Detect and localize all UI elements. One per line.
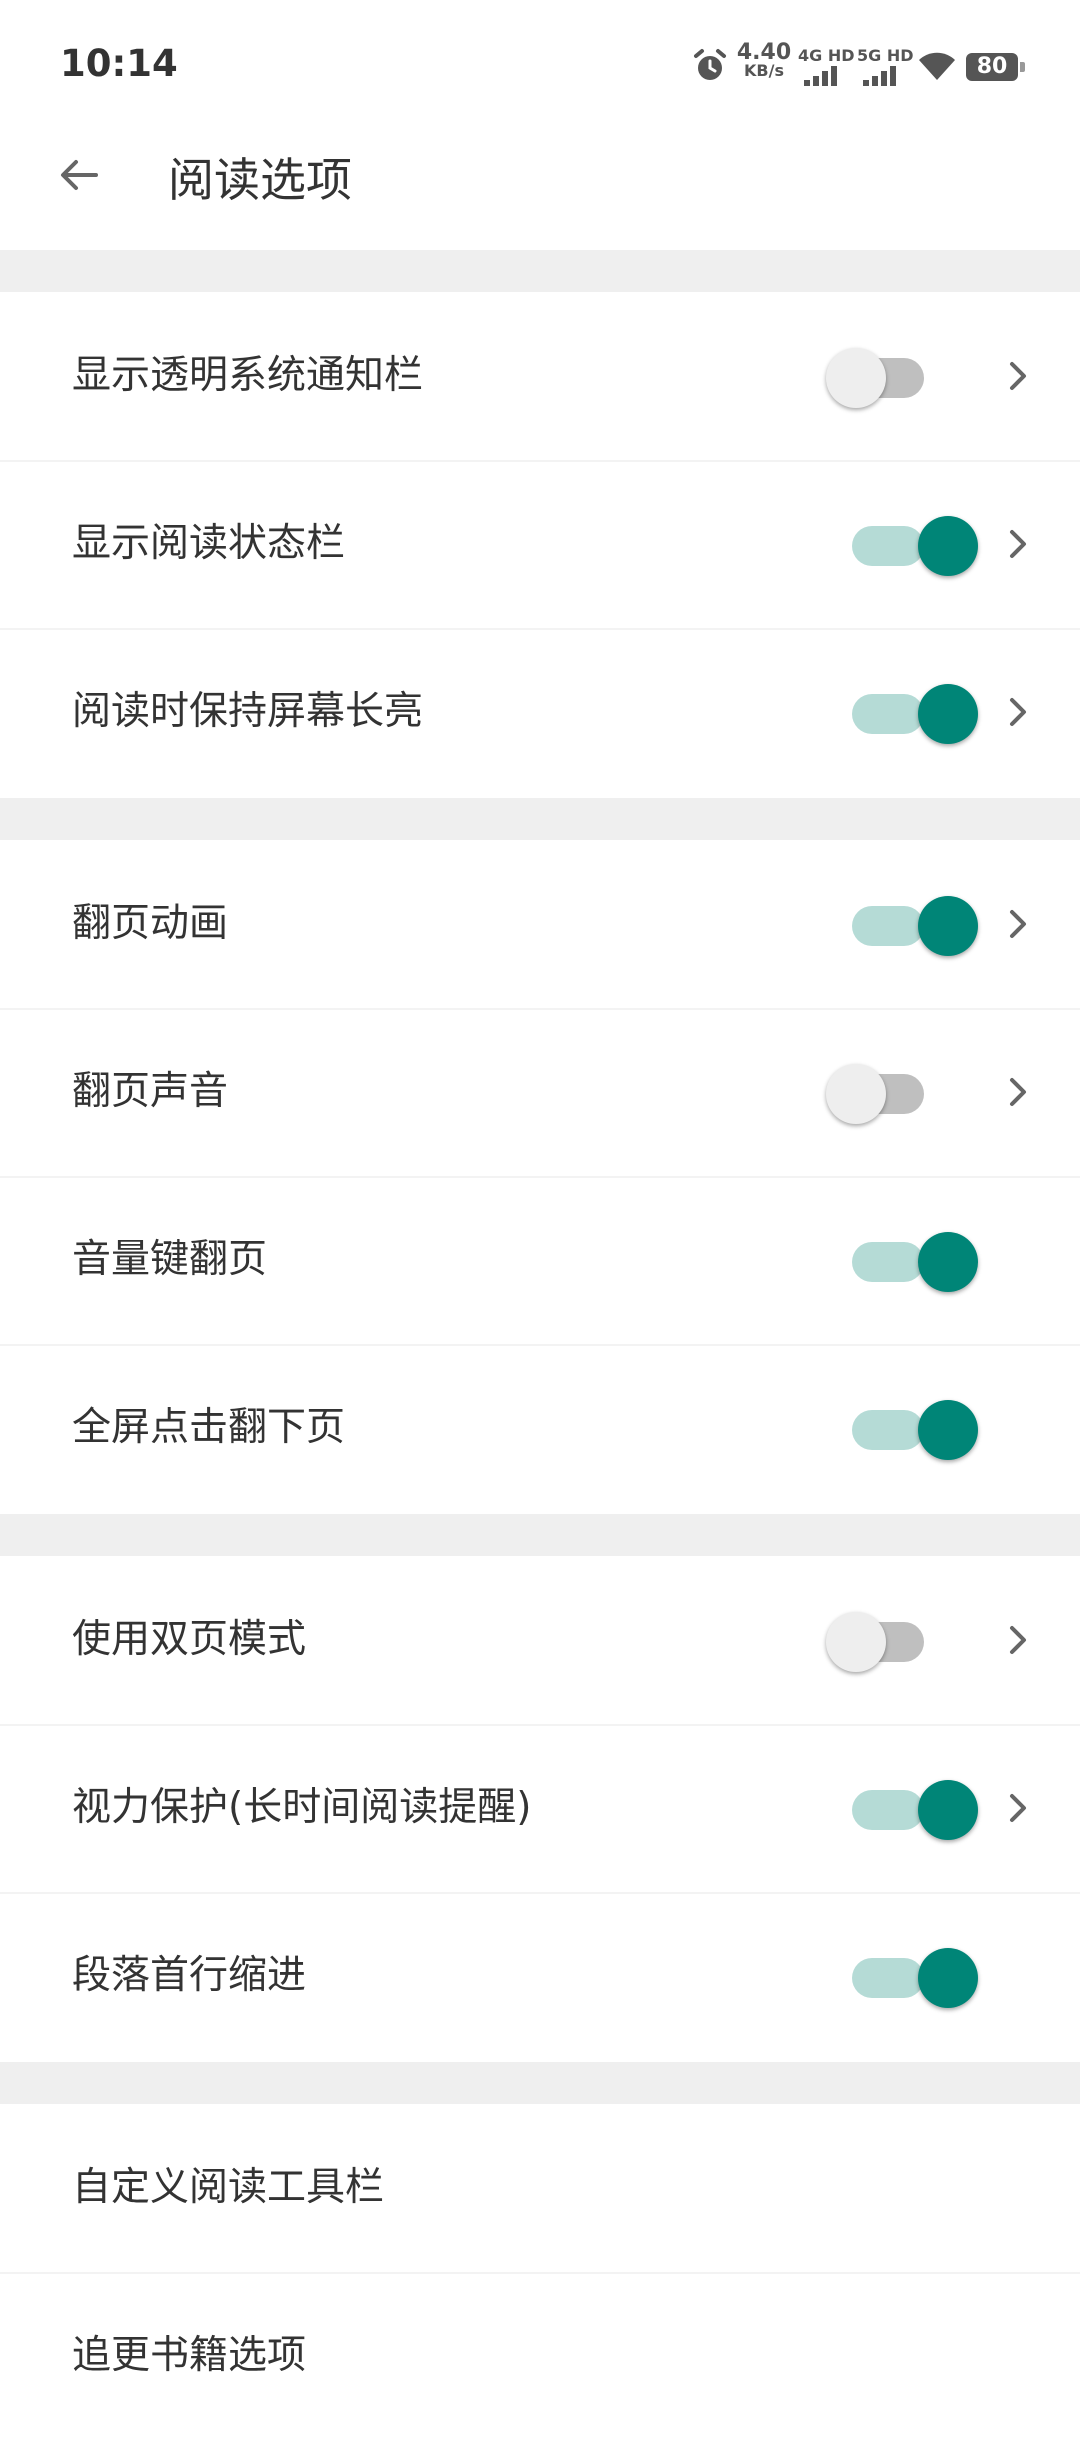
- toggle-switch[interactable]: [826, 1062, 936, 1124]
- signal-icon: 4G HD: [798, 46, 855, 86]
- setting-label: 显示透明系统通知栏: [72, 353, 424, 398]
- battery-icon: 80: [966, 53, 1025, 81]
- page-title: 阅读选项: [168, 153, 352, 207]
- sim1-label: 4G HD: [798, 46, 855, 65]
- setting-label: 音量键翻页: [72, 1237, 268, 1282]
- setting-row-eye-protection[interactable]: 视力保护(长时间阅读提醒): [0, 1724, 1080, 1892]
- alarm-icon: [694, 49, 726, 80]
- setting-row-page-turn-sound[interactable]: 翻页声音: [0, 1008, 1080, 1176]
- chevron-right-icon[interactable]: [1004, 528, 1032, 560]
- setting-row-custom-toolbar[interactable]: 自定义阅读工具栏: [0, 2104, 1080, 2272]
- net-speed-unit: KB/s: [744, 61, 784, 80]
- wifi-icon: [919, 52, 955, 80]
- chevron-right-icon[interactable]: [1004, 1792, 1032, 1824]
- chevron-right-icon[interactable]: [1004, 1624, 1032, 1656]
- setting-label: 段落首行缩进: [72, 1953, 307, 1998]
- toggle-switch[interactable]: [826, 1398, 978, 1460]
- setting-label: 全屏点击翻下页: [72, 1405, 346, 1450]
- chevron-right-icon[interactable]: [1004, 360, 1032, 392]
- toggle-switch[interactable]: [826, 1946, 978, 2008]
- arrow-left-icon[interactable]: [56, 152, 102, 198]
- sim2-label: 5G HD: [857, 46, 914, 65]
- setting-label: 阅读时保持屏幕长亮: [72, 689, 424, 734]
- section-divider: [0, 798, 1080, 840]
- toggle-switch[interactable]: [826, 1230, 978, 1292]
- setting-row-dual-page-mode[interactable]: 使用双页模式: [0, 1556, 1080, 1724]
- setting-row-transparent-status-bar[interactable]: 显示透明系统通知栏: [0, 292, 1080, 460]
- setting-label: 视力保护(长时间阅读提醒): [72, 1785, 532, 1830]
- setting-label: 翻页声音: [72, 1069, 229, 1114]
- status-icons: 4.40 KB/s 4G HD 5G HD 80: [0, 0, 1080, 130]
- net-speed: 4.40 KB/s: [736, 40, 792, 80]
- setting-row-fullscreen-tap-next[interactable]: 全屏点击翻下页: [0, 1344, 1080, 1512]
- setting-row-page-turn-animation[interactable]: 翻页动画: [0, 840, 1080, 1008]
- net-speed-value: 4.40: [736, 40, 792, 65]
- setting-label: 使用双页模式: [72, 1617, 307, 1662]
- chevron-right-icon[interactable]: [1004, 696, 1032, 728]
- chevron-right-icon[interactable]: [1004, 1076, 1032, 1108]
- setting-label: 翻页动画: [72, 901, 229, 946]
- setting-label: 自定义阅读工具栏: [72, 2165, 385, 2210]
- signal-icon: 5G HD: [857, 46, 914, 86]
- setting-row-follow-books-options[interactable]: 追更书籍选项: [0, 2272, 1080, 2440]
- chevron-right-icon[interactable]: [1004, 908, 1032, 940]
- setting-row-volume-key-page-turn[interactable]: 音量键翻页: [0, 1176, 1080, 1344]
- status-bar: 10:14 4.40 KB/s 4G HD 5G HD 80: [0, 0, 1080, 130]
- section-divider: [0, 250, 1080, 292]
- toggle-switch[interactable]: [826, 1778, 978, 1840]
- setting-label: 显示阅读状态栏: [72, 521, 346, 566]
- setting-row-reading-status-bar[interactable]: 显示阅读状态栏: [0, 460, 1080, 628]
- setting-row-paragraph-indent[interactable]: 段落首行缩进: [0, 1892, 1080, 2060]
- toggle-switch[interactable]: [826, 1610, 936, 1672]
- section-divider: [0, 2062, 1080, 2104]
- toggle-switch[interactable]: [826, 514, 978, 576]
- setting-label: 追更书籍选项: [72, 2333, 307, 2378]
- toggle-switch[interactable]: [826, 346, 936, 408]
- app-bar: [0, 130, 1080, 250]
- toggle-switch[interactable]: [826, 894, 978, 956]
- toggle-switch[interactable]: [826, 682, 978, 744]
- section-divider: [0, 1514, 1080, 1556]
- setting-row-keep-screen-on[interactable]: 阅读时保持屏幕长亮: [0, 628, 1080, 796]
